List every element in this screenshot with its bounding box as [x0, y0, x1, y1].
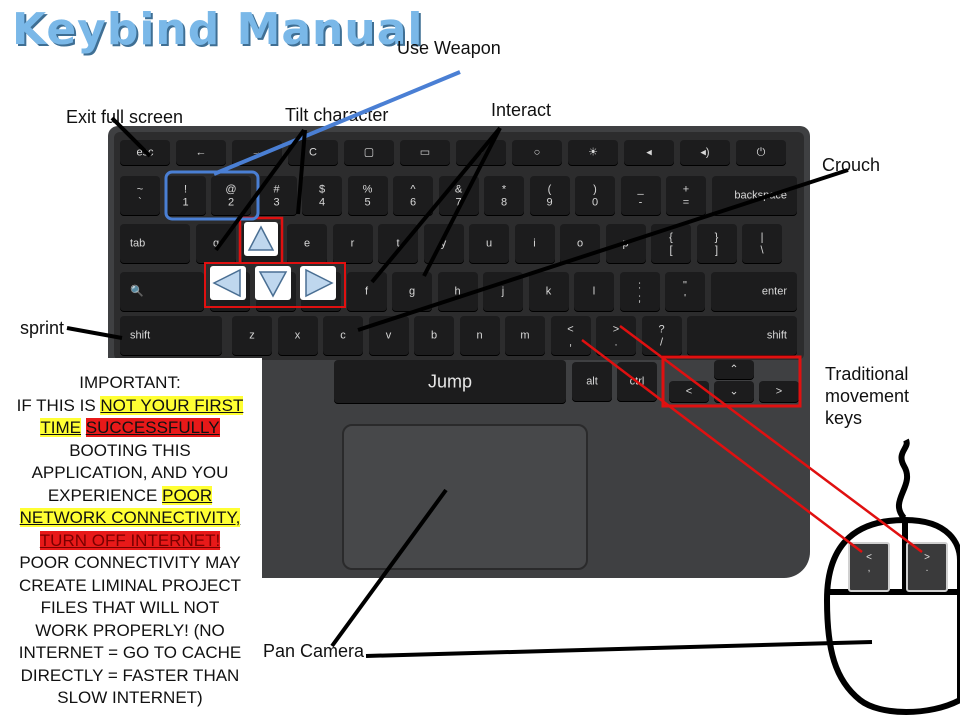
arrow-triangles — [210, 222, 336, 300]
